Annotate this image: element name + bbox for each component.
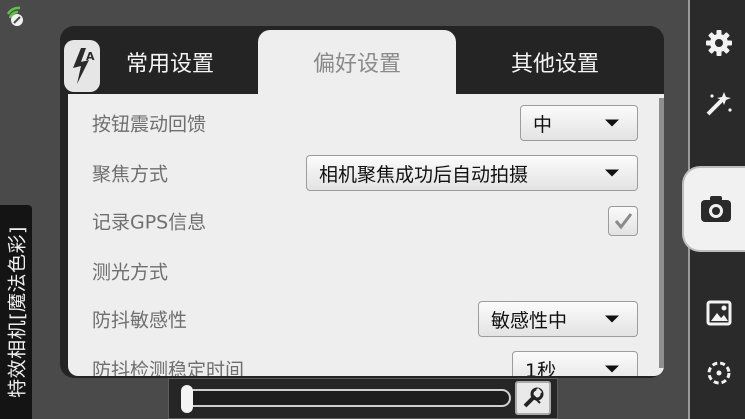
caret-down-icon <box>605 315 619 323</box>
svg-text:A: A <box>86 50 95 63</box>
setting-row-gps[interactable]: 记录GPS信息 <box>68 196 658 246</box>
signal-icon <box>6 6 23 26</box>
right-toolbar <box>682 0 745 419</box>
setting-row-metering[interactable]: 测光方式 <box>68 246 658 296</box>
gps-checkbox[interactable] <box>608 206 638 236</box>
gear-icon <box>705 30 732 56</box>
caret-down-icon <box>605 119 619 127</box>
vibration-feedback-dropdown[interactable]: 中 <box>520 105 638 141</box>
wrench-icon[interactable] <box>515 381 551 415</box>
setting-row-vibration[interactable]: 按钮震动回馈 中 <box>68 98 658 148</box>
timer-icon <box>707 361 730 385</box>
check-icon <box>614 213 633 230</box>
tab-other-settings[interactable]: 其他设置 <box>470 30 640 94</box>
camera-mode-text: 特效相机[魔法色彩] <box>6 226 29 398</box>
timer-button[interactable] <box>690 350 745 396</box>
dropdown-value: 1秒 <box>525 359 557 377</box>
effect-slider-track[interactable] <box>181 389 511 407</box>
setting-label: 测光方式 <box>92 261 169 284</box>
setting-label: 聚焦方式 <box>92 163 169 186</box>
setting-label: 按钮震动回馈 <box>92 113 207 136</box>
effect-slider-knob[interactable] <box>181 385 193 413</box>
tab-common-settings[interactable]: 常用设置 <box>100 30 240 94</box>
camera-icon <box>700 196 731 222</box>
setting-label: 防抖检测稳定时间 <box>92 359 245 377</box>
setting-label: 防抖敏感性 <box>92 309 188 332</box>
camera-mode-label[interactable]: 特效相机[魔法色彩] <box>0 205 32 419</box>
caret-down-icon <box>605 365 619 373</box>
setting-label: 记录GPS信息 <box>92 211 207 234</box>
stabilizer-sensitivity-dropdown[interactable]: 敏感性中 <box>478 301 638 337</box>
dropdown-value: 敏感性中 <box>491 309 568 332</box>
settings-button[interactable] <box>690 20 745 66</box>
settings-list: 按钮震动回馈 中 聚焦方式 相机聚焦成功后自动拍摄 记录GPS信息 测光方式 防… <box>68 94 664 376</box>
dropdown-value: 中 <box>533 113 553 136</box>
tab-preference-settings[interactable]: 偏好设置 <box>258 30 456 94</box>
magic-wand-icon <box>706 92 732 116</box>
auto-flash-icon[interactable]: A <box>64 40 100 92</box>
setting-row-focus[interactable]: 聚焦方式 相机聚焦成功后自动拍摄 <box>68 148 658 198</box>
setting-row-stabilizer[interactable]: 防抖敏感性 敏感性中 <box>68 294 658 344</box>
effects-button[interactable] <box>690 80 745 126</box>
stabilizer-time-dropdown[interactable]: 1秒 <box>512 351 638 376</box>
focus-mode-dropdown[interactable]: 相机聚焦成功后自动拍摄 <box>306 155 638 191</box>
setting-row-stabilizer-time[interactable]: 防抖检测稳定时间 1秒 <box>68 344 658 376</box>
scrollbar[interactable] <box>659 98 664 368</box>
caret-down-icon <box>605 169 619 177</box>
camera-button[interactable] <box>682 166 745 252</box>
gallery-button[interactable] <box>690 290 745 336</box>
dropdown-value: 相机聚焦成功后自动拍摄 <box>319 163 529 186</box>
effect-slider-bar <box>168 378 558 419</box>
gallery-icon <box>706 300 731 326</box>
